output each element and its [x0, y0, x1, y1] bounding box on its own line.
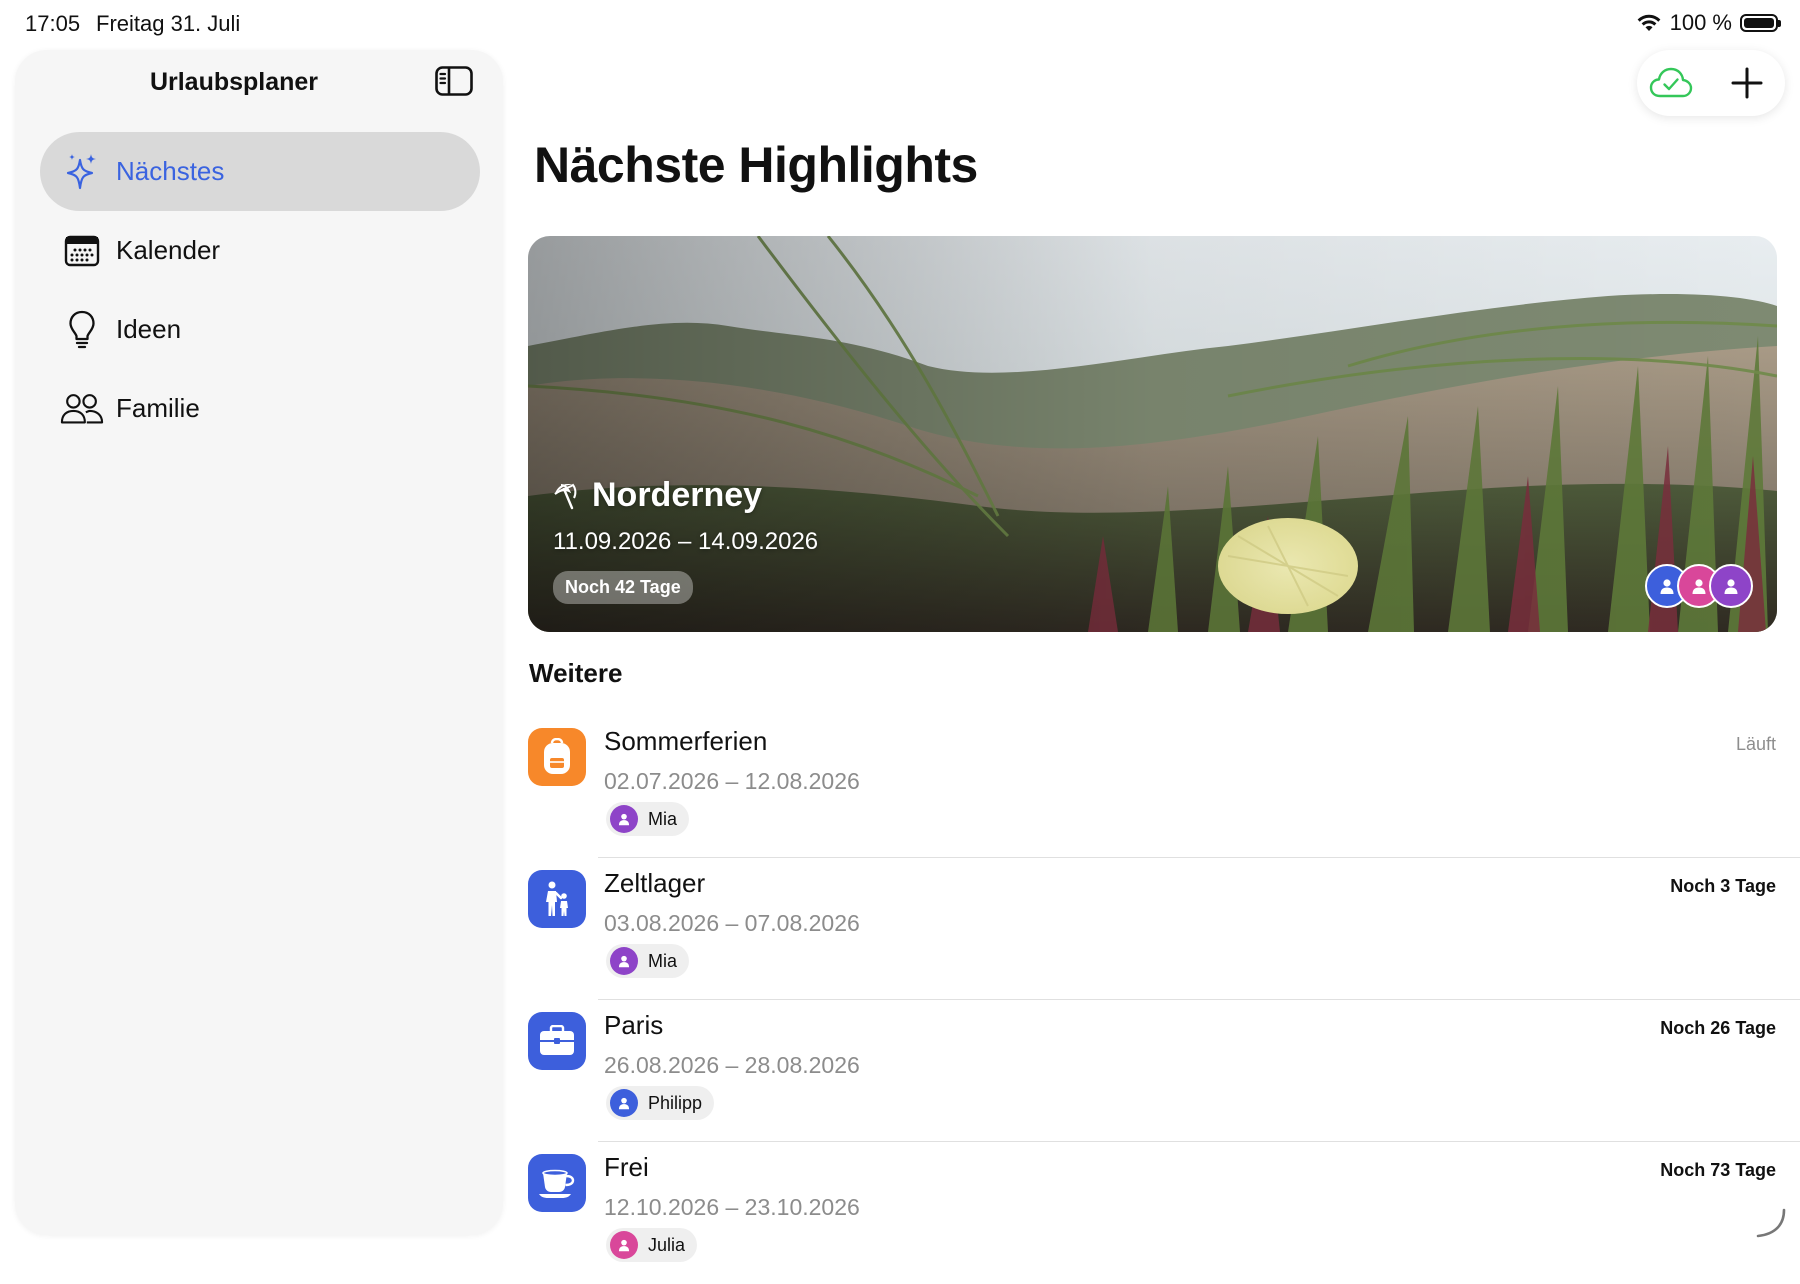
- sidebar-toggle-icon[interactable]: [435, 66, 473, 96]
- person-icon: [1692, 579, 1706, 594]
- plus-icon[interactable]: [1727, 63, 1767, 103]
- person-icon: [1660, 579, 1674, 594]
- sidebar-nav: Nächstes Kalender Ideen Familie: [40, 132, 480, 448]
- item-status: Läuft: [1735, 734, 1776, 754]
- list-item[interactable]: Paris 26.08.2026 – 28.08.2026 Noch 26 Ta…: [528, 1000, 1800, 1142]
- avatar: [1709, 564, 1753, 608]
- person-icon: [1724, 579, 1738, 594]
- item-status: Noch 3 Tage: [1670, 876, 1776, 896]
- list-item[interactable]: Frei 12.10.2026 – 23.10.2026 Noch 73 Tag…: [528, 1142, 1800, 1284]
- hero-name: Norderney: [592, 476, 763, 514]
- sidebar-item-ideen[interactable]: Ideen: [40, 290, 480, 369]
- hero-card[interactable]: Norderney 11.09.2026 – 14.09.2026 Noch 4…: [528, 236, 1777, 632]
- item-title: Paris: [604, 1010, 664, 1040]
- status-right: 100 %: [1636, 10, 1781, 36]
- item-title: Sommerferien: [604, 726, 768, 756]
- toolbar-pill: [1637, 50, 1785, 116]
- sidebar-item-label: Nächstes: [116, 156, 225, 186]
- person-icon: [610, 1089, 638, 1117]
- trip-list: Sommerferien 02.07.2026 – 12.08.2026 Läu…: [528, 716, 1800, 1284]
- participants-avatars: [1645, 564, 1755, 608]
- person-name: Mia: [648, 950, 678, 971]
- item-dates: 02.07.2026 – 12.08.2026: [604, 768, 860, 794]
- item-title: Zeltlager: [604, 868, 706, 898]
- briefcase-icon: [528, 1012, 586, 1070]
- item-title: Frei: [604, 1152, 649, 1182]
- countdown-badge: Noch 42 Tage: [553, 571, 693, 604]
- sidebar-item-naechstes[interactable]: Nächstes: [40, 132, 480, 211]
- status-date: Freitag 31. Juli: [96, 11, 241, 36]
- family-walk-icon: [528, 870, 586, 928]
- person-chip: Philipp: [606, 1086, 715, 1120]
- lightbulb-icon: [60, 310, 104, 350]
- sidebar: Urlaubsplaner Nächstes Kalender Ideen Fa…: [15, 50, 503, 1235]
- person-name: Mia: [648, 808, 678, 829]
- item-status: Noch 26 Tage: [1660, 1018, 1776, 1038]
- person-name: Philipp: [648, 1092, 703, 1113]
- list-item[interactable]: Zeltlager 03.08.2026 – 07.08.2026 Noch 3…: [528, 858, 1800, 1000]
- item-dates: 12.10.2026 – 23.10.2026: [604, 1194, 860, 1220]
- status-time: 17:05: [25, 11, 81, 36]
- hero-title: Norderney: [552, 476, 762, 515]
- item-status: Noch 73 Tage: [1660, 1160, 1776, 1180]
- person-icon: [610, 1231, 638, 1259]
- calendar-icon: [60, 231, 104, 271]
- list-item[interactable]: Sommerferien 02.07.2026 – 12.08.2026 Läu…: [528, 716, 1800, 858]
- beach-umbrella-icon: [554, 483, 577, 509]
- wifi-icon: [1637, 14, 1661, 31]
- sidebar-title: Urlaubsplaner: [149, 68, 319, 96]
- coffee-cup-icon: [528, 1154, 586, 1212]
- person-chip: Julia: [606, 1228, 698, 1262]
- battery-percent: 100 %: [1669, 10, 1732, 35]
- cloud-check-icon[interactable]: [1649, 62, 1693, 104]
- section-title: Weitere: [529, 658, 623, 688]
- sidebar-item-label: Ideen: [116, 314, 182, 344]
- person-icon: [610, 947, 638, 975]
- hero-photo: [528, 236, 1777, 632]
- resize-handle-icon[interactable]: [1756, 1208, 1786, 1238]
- backpack-icon: [528, 728, 586, 786]
- sidebar-item-kalender[interactable]: Kalender: [40, 211, 480, 290]
- status-bar: 17:05 Freitag 31. Juli 100 %: [0, 0, 1800, 50]
- sidebar-item-familie[interactable]: Familie: [40, 369, 480, 448]
- page-title: Nächste Highlights: [534, 137, 978, 193]
- person-icon: [610, 805, 638, 833]
- battery-icon: [1740, 14, 1781, 32]
- sidebar-item-label: Familie: [116, 393, 200, 423]
- person-name: Julia: [648, 1234, 686, 1255]
- sparkles-icon: [60, 152, 104, 192]
- item-dates: 26.08.2026 – 28.08.2026: [604, 1052, 860, 1078]
- person-chip: Mia: [606, 944, 690, 978]
- hero-dates: 11.09.2026 – 14.09.2026: [553, 528, 819, 555]
- people-icon: [60, 389, 104, 429]
- item-dates: 03.08.2026 – 07.08.2026: [604, 910, 860, 936]
- person-chip: Mia: [606, 802, 690, 836]
- sidebar-item-label: Kalender: [116, 235, 221, 265]
